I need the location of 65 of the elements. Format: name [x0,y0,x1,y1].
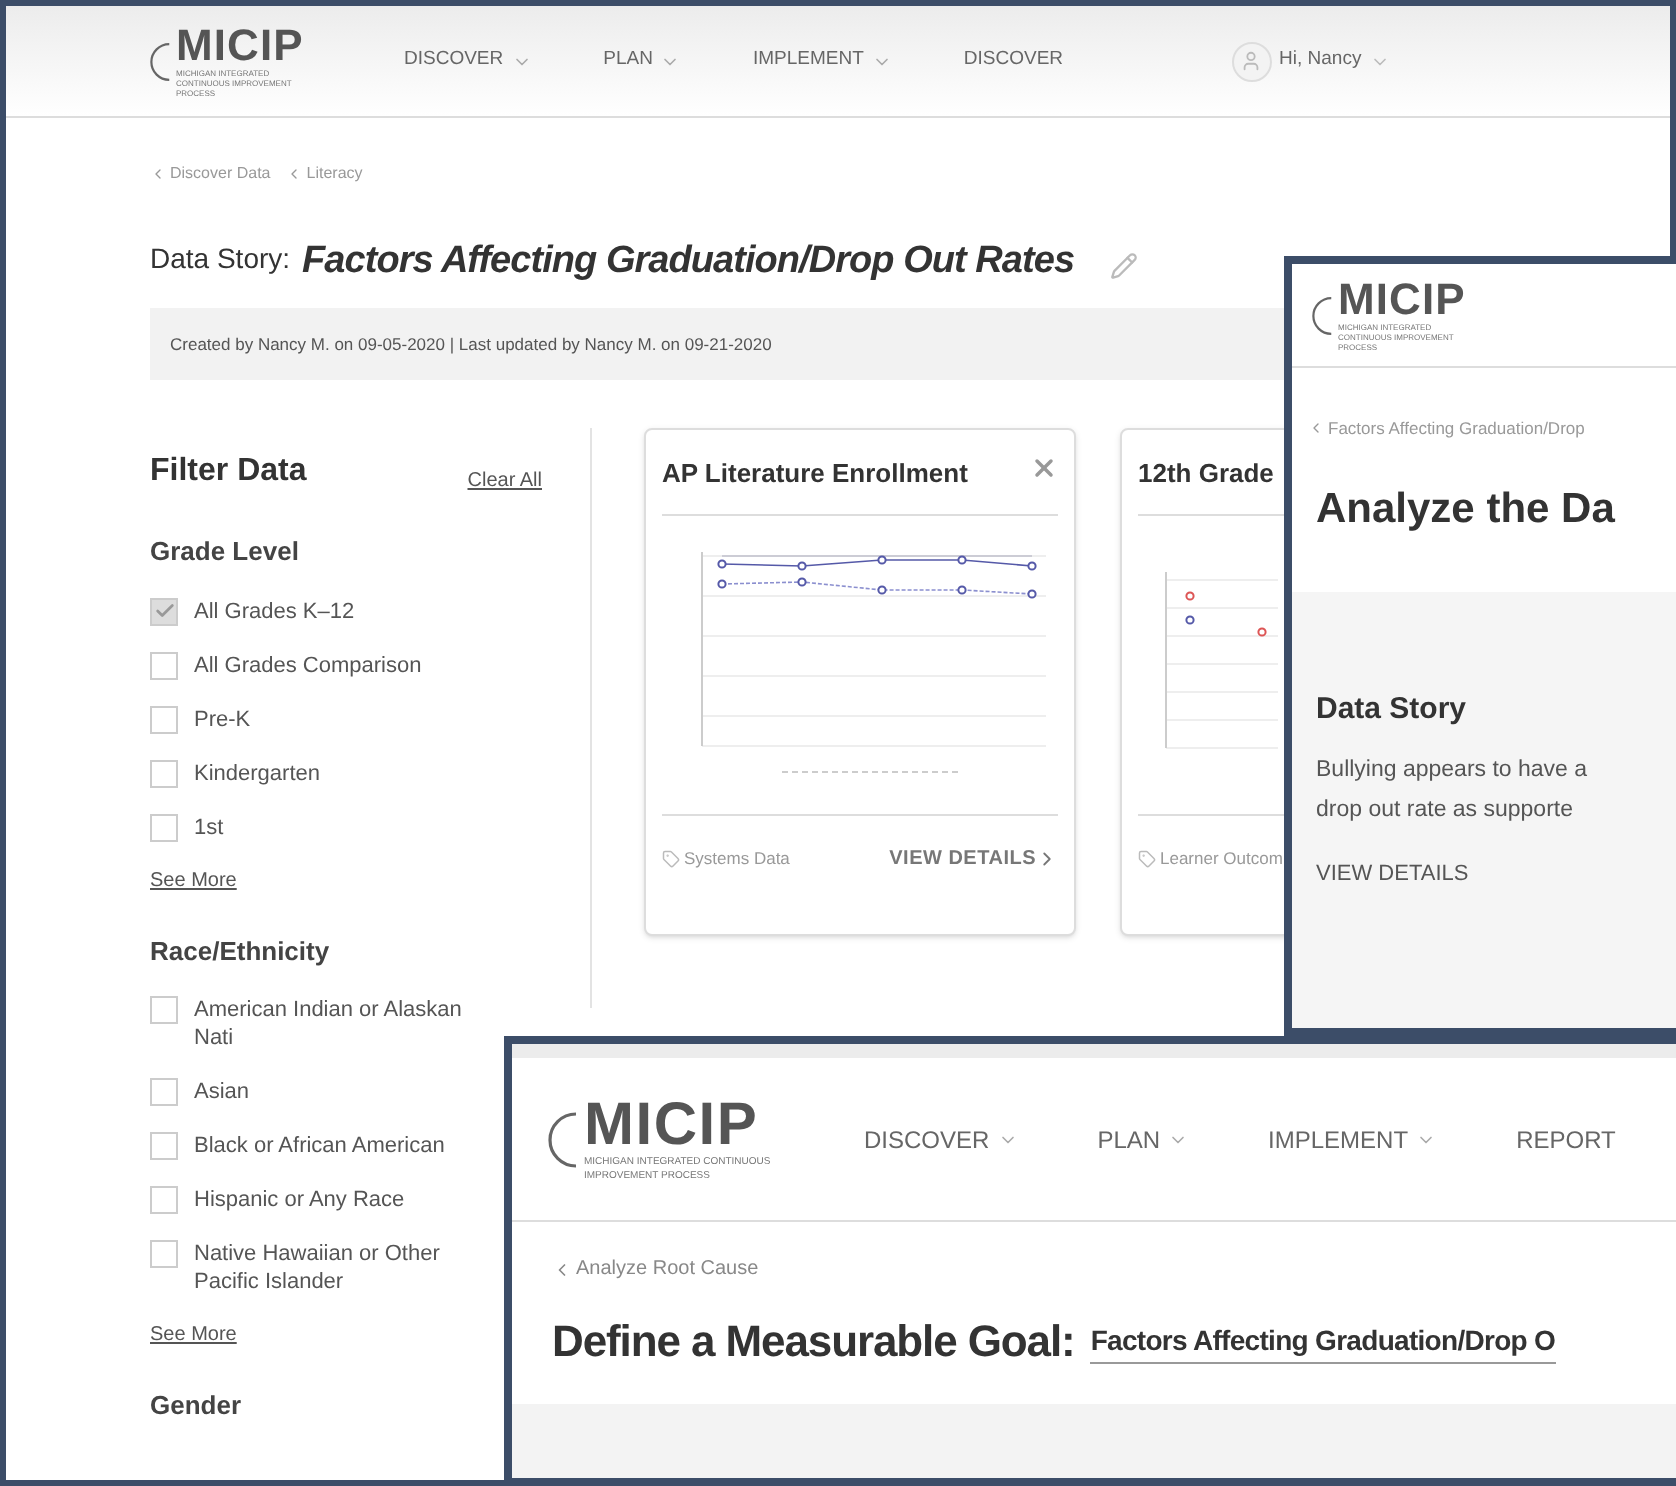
filter-option-label[interactable]: Hispanic or Any Race [194,1186,405,1214]
checkbox[interactable] [150,1186,178,1214]
story-text-line: Bullying appears to have a [1316,755,1590,786]
filter-group-heading: Gender [150,1388,244,1424]
view-details-link[interactable]: VIEW DETAILS [889,844,1058,874]
checkbox[interactable] [150,651,178,679]
filter-group-heading: Race/Ethnicity [150,933,332,970]
filter-option-label[interactable]: American Indian or Alaskan Nati [194,996,494,1052]
close-icon[interactable] [1030,454,1058,482]
checkbox[interactable] [150,1240,178,1268]
nav-link[interactable]: IMPLEMENT [752,46,892,76]
nav-link[interactable]: DISCOVER [404,46,532,76]
user-greeting[interactable]: Hi, Nancy [1279,46,1362,76]
nav-link[interactable]: DISCOVER [864,1121,1018,1157]
logo-arc-icon [150,37,172,85]
page-title-label: Define a Measurable Goal: [552,1320,1075,1364]
chevron-left-icon [150,166,166,182]
card-title: 12th Grade [1138,456,1274,492]
checkbox[interactable] [150,759,178,787]
see-more-link[interactable]: See More [150,1320,237,1350]
checkbox[interactable] [150,705,178,733]
filter-option-label[interactable]: Native Hawaiian or Other Pacific Islander [194,1240,494,1296]
check-icon [153,600,175,622]
section-heading: Data Story [1316,690,1469,731]
view-details-link[interactable]: VIEW DETAILS [1316,857,1676,891]
logo-wordmark: MICIP [584,1096,759,1157]
avatar-icon[interactable] [1231,41,1272,81]
logo-arc-icon [1312,291,1334,339]
nav-link[interactable]: DISCOVER [963,46,1064,76]
logo-wordmark: MICIP [176,24,306,68]
nav-link[interactable]: PLAN [1097,1121,1189,1157]
page-title: Factors Affecting Graduation/Drop Out Rates [302,242,1075,280]
nav-link[interactable]: IMPLEMENT [1268,1121,1437,1157]
checkbox[interactable] [150,1132,178,1160]
card-tag: Learner Outcom [1160,846,1283,872]
page-heading: Analyze the Da [1316,483,1617,536]
checkbox[interactable] [150,996,178,1024]
filter-option-label[interactable]: All Grades K–12 [194,597,355,625]
nav-link[interactable]: PLAN [603,46,681,76]
tag-icon [662,850,680,868]
page-title-label: Data Story: [150,240,291,278]
checkbox[interactable] [150,597,178,625]
card-tag: Systems Data [684,846,790,872]
filter-group-heading: Grade Level [150,534,301,570]
checkbox[interactable] [150,813,178,841]
checkbox[interactable] [150,1078,178,1106]
filter-option-label[interactable]: 1st [194,813,224,841]
logo-wordmark: MICIP [1338,278,1468,322]
filter-option-label[interactable]: All Grades Comparison [194,651,422,679]
see-more-link[interactable]: See More [150,865,237,895]
breadcrumb-link[interactable]: Analyze Root Cause [552,1254,759,1284]
story-text-line: drop out rate as supporte [1316,795,1575,826]
filter-option-label[interactable]: Asian [194,1078,250,1106]
filter-heading: Filter Data [150,452,307,492]
meta-text: Created by Nancy M. on 09-05-2020 | Last updated by Nancy M. on 09-21-2020 [170,331,772,357]
nav-link[interactable]: REPORT [1516,1121,1616,1157]
chevron-left-icon [1308,420,1324,437]
filter-option-label[interactable]: Pre-K [194,705,251,733]
clear-all-link[interactable]: Clear All [467,466,542,496]
filter-option-label[interactable]: Black or African American [194,1132,445,1160]
filter-option-label[interactable]: Kindergarten [194,759,320,787]
tag-icon [1138,850,1156,868]
card-title: AP Literature Enrollment [662,456,968,492]
goal-name-field[interactable]: Factors Affecting Graduation/Drop O [1090,1320,1556,1364]
pencil-icon[interactable] [1110,252,1139,280]
